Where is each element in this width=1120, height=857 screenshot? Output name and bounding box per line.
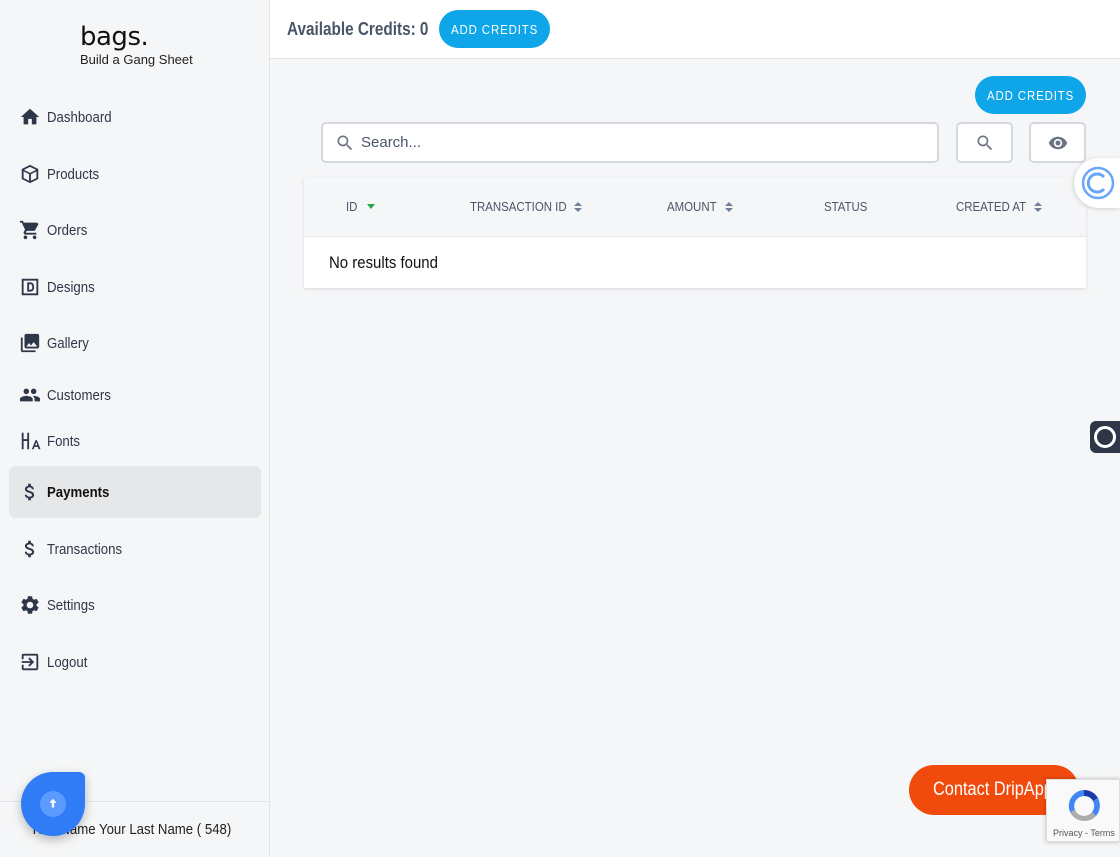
empty-state-message: No results found	[329, 253, 438, 272]
add-credits-button[interactable]: ADD CREDITS	[975, 76, 1086, 114]
column-label: AMOUNT	[667, 199, 717, 214]
sidebar-item-label: Gallery	[47, 334, 89, 352]
sidebar-item-designs[interactable]: Designs	[9, 263, 261, 311]
side-dark-tab[interactable]	[1090, 421, 1120, 453]
users-icon	[19, 384, 41, 406]
sidebar-item-products[interactable]: Products	[9, 150, 261, 198]
sort-icon	[1033, 201, 1042, 212]
search-button[interactable]	[956, 122, 1013, 163]
column-label: STATUS	[824, 199, 868, 214]
column-header-status: STATUS	[824, 199, 873, 214]
sidebar-item-logout[interactable]: Logout	[9, 638, 261, 686]
search-icon	[977, 135, 992, 150]
sidebar-item-orders[interactable]: Orders	[9, 206, 261, 254]
logout-icon	[19, 651, 41, 673]
brand-name: bags.	[80, 22, 149, 52]
drip-icon	[40, 791, 66, 817]
add-credits-button-header[interactable]: ADD CREDITS	[439, 10, 550, 48]
sidebar-item-customers[interactable]: Customers	[9, 371, 261, 419]
dollar-icon	[19, 538, 41, 560]
brand-logo[interactable]: bags. Build a Gang Sheet	[80, 20, 193, 67]
add-credits-label: ADD CREDITS	[450, 21, 539, 37]
dollar-icon	[19, 481, 41, 503]
brand-tagline: Build a Gang Sheet	[80, 52, 193, 67]
column-header-id[interactable]: ID	[346, 199, 375, 214]
contact-button-label: Contact DripApp	[933, 779, 1053, 800]
search-icon	[337, 135, 353, 150]
side-widget-tab[interactable]	[1074, 158, 1120, 208]
top-bar: Available Credits: 0 ADD CREDITS	[270, 0, 1120, 59]
add-credits-label: ADD CREDITS	[986, 87, 1075, 103]
gear-icon	[19, 594, 41, 616]
sidebar-item-label: Orders	[47, 221, 88, 239]
gallery-icon	[19, 332, 41, 354]
sort-icon	[573, 201, 582, 212]
sidebar: bags. Build a Gang Sheet Dashboard Produ…	[0, 0, 270, 857]
sidebar-item-label: Payments	[47, 483, 110, 501]
column-label: ID	[346, 199, 358, 214]
sidebar-item-label: Dashboard	[47, 108, 112, 126]
sidebar-item-gallery[interactable]: Gallery	[9, 319, 261, 367]
sort-icon	[725, 201, 734, 212]
widget-logo-icon	[1081, 166, 1115, 200]
available-credits: Available Credits: 0	[287, 19, 429, 39]
sidebar-item-label: Logout	[47, 653, 88, 671]
column-label: CREATED AT	[956, 199, 1027, 214]
column-header-created-at[interactable]: CREATED AT	[956, 199, 1042, 214]
sidebar-item-settings[interactable]: Settings	[9, 581, 261, 629]
sidebar-item-label: Fonts	[47, 432, 81, 450]
designs-icon	[19, 276, 41, 298]
search-field[interactable]	[321, 122, 939, 163]
column-header-amount[interactable]: AMOUNT	[667, 199, 734, 214]
eye-icon	[1048, 136, 1067, 149]
sidebar-item-label: Customers	[47, 386, 111, 404]
recaptcha-badge[interactable]: Privacy - Terms	[1046, 779, 1120, 842]
sidebar-item-dashboard[interactable]: Dashboard	[9, 93, 261, 141]
circle-icon	[1094, 426, 1116, 448]
sidebar-item-transactions[interactable]: Transactions	[9, 525, 261, 573]
sidebar-item-label: Products	[47, 165, 100, 183]
home-icon	[19, 106, 41, 128]
fonts-icon	[19, 430, 41, 452]
column-header-transaction-id[interactable]: TRANSACTION ID	[470, 199, 582, 214]
sidebar-item-label: Transactions	[47, 540, 123, 558]
sort-desc-icon	[367, 204, 375, 209]
sidebar-item-fonts[interactable]: Fonts	[9, 417, 261, 465]
cart-icon	[19, 219, 41, 241]
recaptcha-icon	[1068, 789, 1100, 821]
sidebar-item-payments[interactable]: Payments	[9, 466, 261, 518]
dripapp-chat-bubble[interactable]	[21, 772, 85, 836]
recaptcha-links[interactable]: Privacy - Terms	[1053, 828, 1115, 838]
sidebar-item-label: Settings	[47, 596, 95, 614]
table-header: ID TRANSACTION ID AMOUNT STATUS CREATED …	[304, 177, 1086, 237]
toggle-columns-button[interactable]	[1029, 122, 1086, 163]
column-label: TRANSACTION ID	[470, 199, 567, 214]
payments-table: ID TRANSACTION ID AMOUNT STATUS CREATED …	[304, 177, 1086, 288]
search-input[interactable]	[361, 134, 921, 151]
sidebar-item-label: Designs	[47, 278, 95, 296]
box-icon	[19, 163, 41, 185]
